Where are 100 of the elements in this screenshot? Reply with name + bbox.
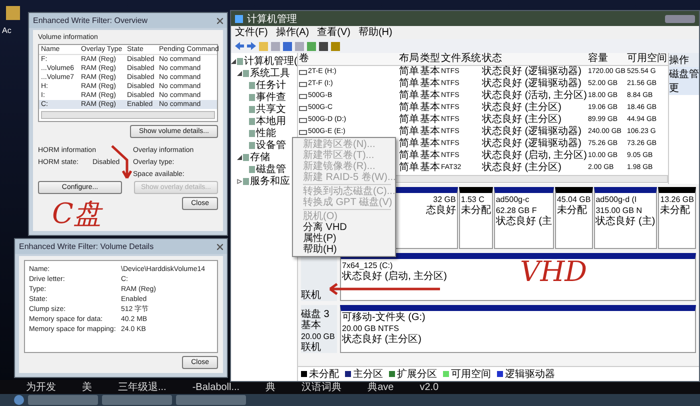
table-cell-text: 基本 xyxy=(419,78,440,90)
partition-block[interactable]: ad500g-d (I 315.00 GB N 状态良好 (主) xyxy=(594,187,658,249)
expand-arrow-icon[interactable] xyxy=(237,70,242,76)
table-cell-text: 状态良好 (主分区) xyxy=(481,162,562,174)
table-cell-text: 状态良好 (逻辑驱动器) xyxy=(481,126,582,138)
desktop-icon-label[interactable]: 汉语词典 xyxy=(302,380,342,394)
tree-item[interactable]: 任务计 xyxy=(256,78,286,92)
start-button[interactable] xyxy=(14,395,24,405)
tree-node-icon xyxy=(249,130,255,136)
legend-label: 未分配 xyxy=(309,368,339,381)
tree-node-icon xyxy=(243,154,249,160)
action-item[interactable]: 更 xyxy=(669,81,699,95)
window-title: Enhanced Write Filter: Volume Details xyxy=(19,242,154,251)
tree-node-icon xyxy=(249,82,255,88)
table-cell-text: 简单 xyxy=(398,114,419,126)
desktop-icon-label[interactable]: 为开发 xyxy=(26,380,56,394)
legend-label: 主分区 xyxy=(353,368,383,381)
tree-node-icon xyxy=(249,118,255,124)
column-header[interactable]: 类型 xyxy=(419,53,440,65)
expand-arrow-icon[interactable] xyxy=(237,178,242,184)
tree-item[interactable]: 系统工具 xyxy=(250,66,290,80)
menu-item[interactable]: 帮助(H) xyxy=(358,26,392,39)
expand-arrow-icon[interactable] xyxy=(237,154,242,160)
handwritten-note: C盘 xyxy=(52,200,102,228)
computer-icon xyxy=(235,14,243,22)
menu-item[interactable]: 操作(A) xyxy=(276,26,310,39)
tree-item[interactable]: 存储 xyxy=(250,150,270,164)
forward-arrow-icon[interactable] xyxy=(247,42,256,50)
column-header[interactable]: 卷 xyxy=(298,53,398,65)
close-icon[interactable] xyxy=(217,244,223,250)
tree-item[interactable]: 事件查 xyxy=(256,90,286,104)
tree-node-icon xyxy=(243,178,249,184)
partition-block[interactable]: 45.04 GB 未分配 xyxy=(554,187,593,249)
partition-block[interactable]: 可移动-文件夹 (G:) 20.00 GB NTFS 状态良好 (主分区) xyxy=(340,305,696,353)
window-title: Enhanced Write Filter: Overview xyxy=(33,16,148,25)
window-controls-icon[interactable] xyxy=(665,14,695,22)
partition-block[interactable]: 1.53 C 未分配 xyxy=(458,187,493,249)
table-cell-text: 基本 xyxy=(419,102,440,114)
desktop-icon-label[interactable]: Ac xyxy=(2,26,12,35)
window-title: 计算机管理 xyxy=(247,12,297,26)
disk-info: 基本 xyxy=(301,320,322,331)
tree-node-icon xyxy=(237,58,243,64)
expand-arrow-icon[interactable] xyxy=(231,58,236,64)
table-cell-text: 状态良好 (逻辑驱动器) xyxy=(481,78,582,90)
tree-node-icon xyxy=(249,166,255,172)
disk-info: 20.00 GB xyxy=(301,331,336,342)
column-header[interactable]: 布局 xyxy=(398,53,419,65)
legend-label: 扩展分区 xyxy=(397,368,437,381)
table-cell: 简单 xyxy=(398,162,419,174)
table-cell-text: 状态良好 (逻辑驱动器) xyxy=(481,138,582,150)
handwritten-note: VHD xyxy=(520,258,588,286)
table-cell-text: 简单 xyxy=(398,150,419,162)
tree-item[interactable]: 服务和应 xyxy=(250,174,290,188)
desktop-icon-label[interactable]: 典ave xyxy=(368,380,394,394)
desktop-icon-label[interactable]: 美 xyxy=(82,380,92,394)
column-header[interactable]: 可用空间 xyxy=(626,53,668,65)
close-icon[interactable] xyxy=(217,18,223,24)
tree-item[interactable]: 性能 xyxy=(256,126,276,140)
table-cell-text: 基本 xyxy=(419,150,440,162)
table-cell-text: 状态良好 (活动, 主分区) xyxy=(481,90,587,101)
table-cell-text: 简单 xyxy=(398,102,419,114)
tree-node-icon xyxy=(249,94,255,100)
partition-block[interactable]: ad500g-c 62.28 GB F 状态良好 (主 xyxy=(494,187,554,249)
table-cell: 基本 xyxy=(419,162,440,174)
table-cell-text: 基本 xyxy=(419,90,440,102)
table-cell-text: 状态良好 (启动, 主分区) xyxy=(481,150,587,161)
tree-node-icon xyxy=(249,106,255,112)
table-cell-text: 简单 xyxy=(398,126,419,138)
tree-item[interactable]: 本地用 xyxy=(256,114,286,128)
tree-item[interactable]: 磁盘管 xyxy=(256,162,286,176)
disk-info: 联机 xyxy=(301,290,322,301)
tree-item[interactable]: 共享文 xyxy=(256,102,286,116)
column-header[interactable]: 状态 xyxy=(481,53,587,65)
tree-item[interactable]: 设备管 xyxy=(256,138,286,152)
table-cell-text: 基本 xyxy=(419,126,440,138)
table-cell-text: 状态良好 (主分区) xyxy=(481,114,562,126)
column-header[interactable]: 文件系统 xyxy=(440,53,481,65)
action-item[interactable]: 磁盘管 xyxy=(669,67,699,81)
table-cell-text: 状态良好 (逻辑驱动器) xyxy=(481,66,582,78)
actions-header: 操作 xyxy=(669,53,699,67)
legend-label: 可用空间 xyxy=(451,368,491,381)
disk-info: 联机 xyxy=(301,342,322,353)
table-cell-text: 简单 xyxy=(398,138,419,150)
menu-item[interactable]: 查看(V) xyxy=(317,26,350,39)
table-cell-text: 基本 xyxy=(419,138,440,150)
tree-node-icon xyxy=(249,142,255,148)
tree-node-icon xyxy=(243,70,249,76)
partition-block[interactable]: 13.26 GB 未分配 xyxy=(658,187,696,249)
tree-item[interactable]: 计算机管理( xyxy=(244,54,297,68)
table-cell-text: 状态良好 (主分区) xyxy=(481,102,562,113)
back-arrow-icon[interactable] xyxy=(235,42,244,50)
scrollbar[interactable] xyxy=(41,111,215,119)
menu-item[interactable]: 文件(F) xyxy=(235,26,268,39)
table-cell-text: 简单 xyxy=(398,90,419,102)
desktop-icon-label[interactable]: -Balaboll... xyxy=(192,382,240,392)
desktop-icon-label[interactable]: 三年级退... xyxy=(118,380,166,394)
desktop-icon-label[interactable]: v2.0 xyxy=(420,382,439,392)
column-header[interactable]: 容量 xyxy=(587,53,626,65)
desktop-icon-label[interactable]: 典 xyxy=(266,380,276,394)
table-cell-text: 基本 xyxy=(419,66,440,78)
